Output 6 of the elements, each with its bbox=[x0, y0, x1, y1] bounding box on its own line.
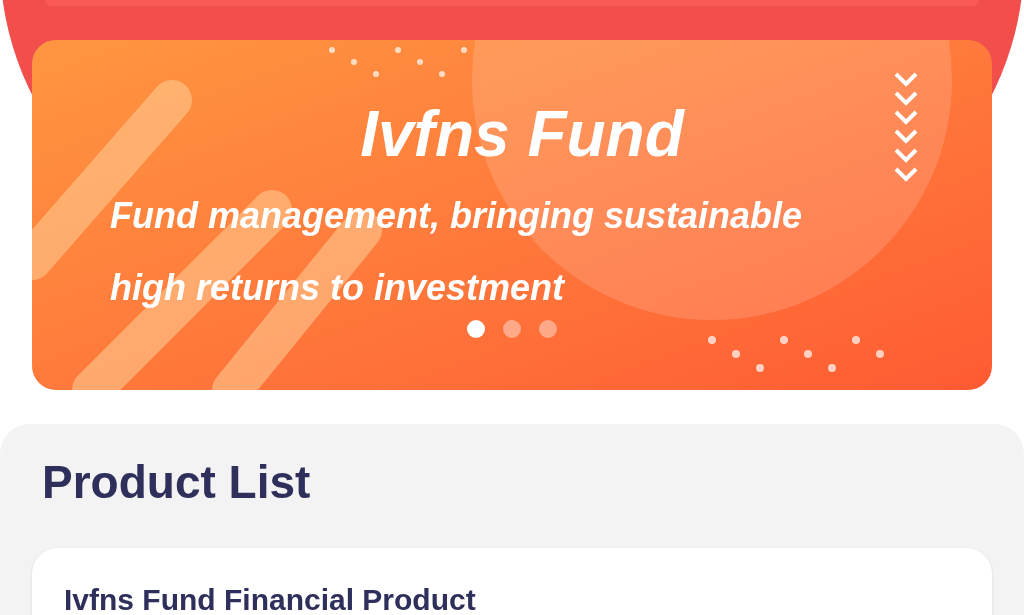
product-card[interactable]: Ivfns Fund Financial Product bbox=[32, 548, 992, 615]
banner-title: Ivfns Fund bbox=[360, 98, 684, 170]
section-title: Product List bbox=[42, 455, 312, 510]
product-name: Ivfns Fund Financial Product bbox=[64, 582, 477, 615]
banner-subtitle: Fund management, bringing sustainable bbox=[110, 194, 803, 238]
banner-subtitle: high returns to investment bbox=[110, 266, 566, 310]
